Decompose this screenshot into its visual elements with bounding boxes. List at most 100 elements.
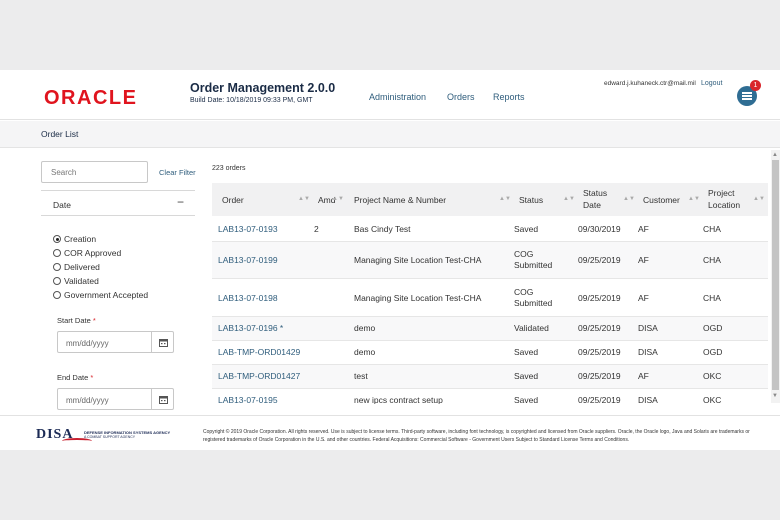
status-cell: Saved xyxy=(514,371,539,381)
order-count: 223 orders xyxy=(212,165,246,172)
radio-cor-approved[interactable]: COR Approved xyxy=(53,248,121,258)
status-cell: COG Submitted xyxy=(514,287,553,308)
date-filter-label: Date xyxy=(53,200,71,210)
radio-label: COR Approved xyxy=(64,248,122,258)
end-date-placeholder: mm/dd/yyyy xyxy=(66,396,109,405)
project-cell: Bas Cindy Test xyxy=(354,224,411,234)
radio-validated[interactable]: Validated xyxy=(53,276,99,286)
table-row[interactable]: LAB13-07-0195 new ipcs contract setup Sa… xyxy=(212,389,768,404)
status-date-cell: 09/30/2019 xyxy=(578,224,621,234)
sort-arrows-icon[interactable]: ▲▼ xyxy=(753,196,765,202)
app-title: Order Management 2.0.0 xyxy=(190,81,336,95)
radio-label: Validated xyxy=(64,276,99,286)
logout-link[interactable]: Logout xyxy=(701,80,722,87)
customer-cell: AF xyxy=(638,255,649,265)
build-date: Build Date: 10/18/2019 09:33 PM, GMT xyxy=(190,97,313,104)
status-date-cell: 09/25/2019 xyxy=(578,395,621,404)
customer-cell: DISA xyxy=(638,347,658,357)
order-link[interactable]: LAB13-07-0196 * xyxy=(218,323,283,334)
status-date-cell: 09/25/2019 xyxy=(578,255,621,265)
column-header-order[interactable]: Order xyxy=(222,194,244,206)
page-title-bar: Order List xyxy=(0,121,780,148)
column-header-status[interactable]: Status xyxy=(519,194,543,206)
column-header-status-date[interactable]: Status Date xyxy=(583,187,623,211)
customer-cell: DISA xyxy=(638,323,658,333)
sort-arrows-icon[interactable]: ▲▼ xyxy=(688,196,700,202)
search-input[interactable] xyxy=(41,161,148,183)
table-row[interactable]: LAB13-07-0196 * demo Validated 09/25/201… xyxy=(212,317,768,341)
sort-arrows-icon[interactable]: ▲▼ xyxy=(298,196,310,202)
table-row[interactable]: LAB13-07-0193 2 Bas Cindy Test Saved 09/… xyxy=(212,218,768,242)
status-date-cell: 09/25/2019 xyxy=(578,323,621,333)
order-link[interactable]: LAB-TMP-ORD01429 xyxy=(218,347,300,358)
amd-cell: 2 xyxy=(314,224,319,234)
app-window: ORACLE Order Management 2.0.0 Build Date… xyxy=(0,70,780,450)
radio-unselected-icon xyxy=(53,249,61,257)
project-cell: Managing Site Location Test-CHA xyxy=(354,255,482,265)
column-header-customer[interactable]: Customer xyxy=(643,194,680,206)
location-cell: OKC xyxy=(703,395,722,404)
page-title: Order List xyxy=(41,129,79,139)
radio-unselected-icon xyxy=(53,277,61,285)
start-date-placeholder: mm/dd/yyyy xyxy=(66,339,109,348)
table-header: Order ▲▼ Amd ▲▼ Project Name & Number ▲▼… xyxy=(212,183,768,216)
calendar-icon[interactable] xyxy=(151,389,174,409)
clear-filter-button[interactable]: Clear Filter xyxy=(159,168,196,177)
cart-icon xyxy=(742,92,752,100)
location-cell: CHA xyxy=(703,224,721,234)
order-link[interactable]: LAB13-07-0198 xyxy=(218,293,278,304)
table-row[interactable]: LAB13-07-0198 Managing Site Location Tes… xyxy=(212,279,768,317)
vertical-scrollbar[interactable]: ▲ ▼ xyxy=(771,150,780,403)
status-cell: Saved xyxy=(514,395,539,404)
date-filter-header[interactable]: Date − xyxy=(41,190,195,216)
status-date-cell: 09/25/2019 xyxy=(578,347,621,357)
sort-arrows-icon[interactable]: ▲▼ xyxy=(499,196,511,202)
location-cell: OKC xyxy=(703,371,722,381)
radio-delivered[interactable]: Delivered xyxy=(53,262,100,272)
start-date-input[interactable]: mm/dd/yyyy xyxy=(57,331,174,353)
radio-creation[interactable]: Creation xyxy=(53,234,96,244)
footer: DISA DEFENSE INFORMATION SYSTEMS AGENCY … xyxy=(0,415,780,450)
cart-count-badge: 1 xyxy=(750,80,761,91)
scroll-up-icon[interactable]: ▲ xyxy=(772,152,778,158)
scroll-down-icon[interactable]: ▼ xyxy=(772,393,778,399)
customer-cell: DISA xyxy=(638,395,658,404)
nav-reports[interactable]: Reports xyxy=(493,92,525,102)
order-link[interactable]: LAB-TMP-ORD01427 xyxy=(218,371,300,382)
sort-arrows-icon[interactable]: ▲▼ xyxy=(623,196,635,202)
sort-arrows-icon[interactable]: ▲▼ xyxy=(563,196,575,202)
scroll-thumb[interactable] xyxy=(772,160,779,390)
table-row[interactable]: LAB-TMP-ORD01427 test Saved 09/25/2019 A… xyxy=(212,365,768,389)
customer-cell: AF xyxy=(638,371,649,381)
sort-arrows-icon[interactable]: ▲▼ xyxy=(332,196,344,202)
user-email: edward.j.kuhaneck.ctr@mail.mil xyxy=(604,80,696,87)
disa-agency-subtitle: A COMBAT SUPPORT AGENCY xyxy=(84,435,136,439)
end-date-label: End Date * xyxy=(57,373,93,382)
radio-government-accepted[interactable]: Government Accepted xyxy=(53,290,148,300)
nav-orders[interactable]: Orders xyxy=(447,92,475,102)
table-row[interactable]: LAB-TMP-ORD01429 demo Saved 09/25/2019 D… xyxy=(212,341,768,365)
radio-label: Delivered xyxy=(64,262,100,272)
project-cell: Managing Site Location Test-CHA xyxy=(354,293,482,303)
order-link[interactable]: LAB13-07-0199 xyxy=(218,255,278,266)
project-cell: demo xyxy=(354,323,376,333)
status-cell: COG Submitted xyxy=(514,249,553,270)
calendar-icon[interactable] xyxy=(151,332,174,352)
table-row[interactable]: LAB13-07-0199 Managing Site Location Tes… xyxy=(212,242,768,279)
radio-unselected-icon xyxy=(53,263,61,271)
radio-selected-icon xyxy=(53,235,61,243)
nav-administration[interactable]: Administration xyxy=(369,92,426,102)
column-header-project-location[interactable]: Project Location xyxy=(708,187,753,211)
order-link[interactable]: LAB13-07-0193 xyxy=(218,224,278,235)
location-cell: CHA xyxy=(703,293,721,303)
required-marker: * xyxy=(90,373,94,382)
end-date-input[interactable]: mm/dd/yyyy xyxy=(57,388,174,410)
oracle-logo[interactable]: ORACLE xyxy=(44,87,137,110)
order-link[interactable]: LAB13-07-0195 xyxy=(218,395,278,404)
column-header-project-name[interactable]: Project Name & Number xyxy=(354,194,446,206)
collapse-icon[interactable]: − xyxy=(177,195,184,209)
copyright-text: Copyright © 2019 Oracle Corporation. All… xyxy=(203,429,750,443)
radio-unselected-icon xyxy=(53,291,61,299)
location-cell: OGD xyxy=(703,347,723,357)
status-cell: Validated xyxy=(514,323,549,333)
